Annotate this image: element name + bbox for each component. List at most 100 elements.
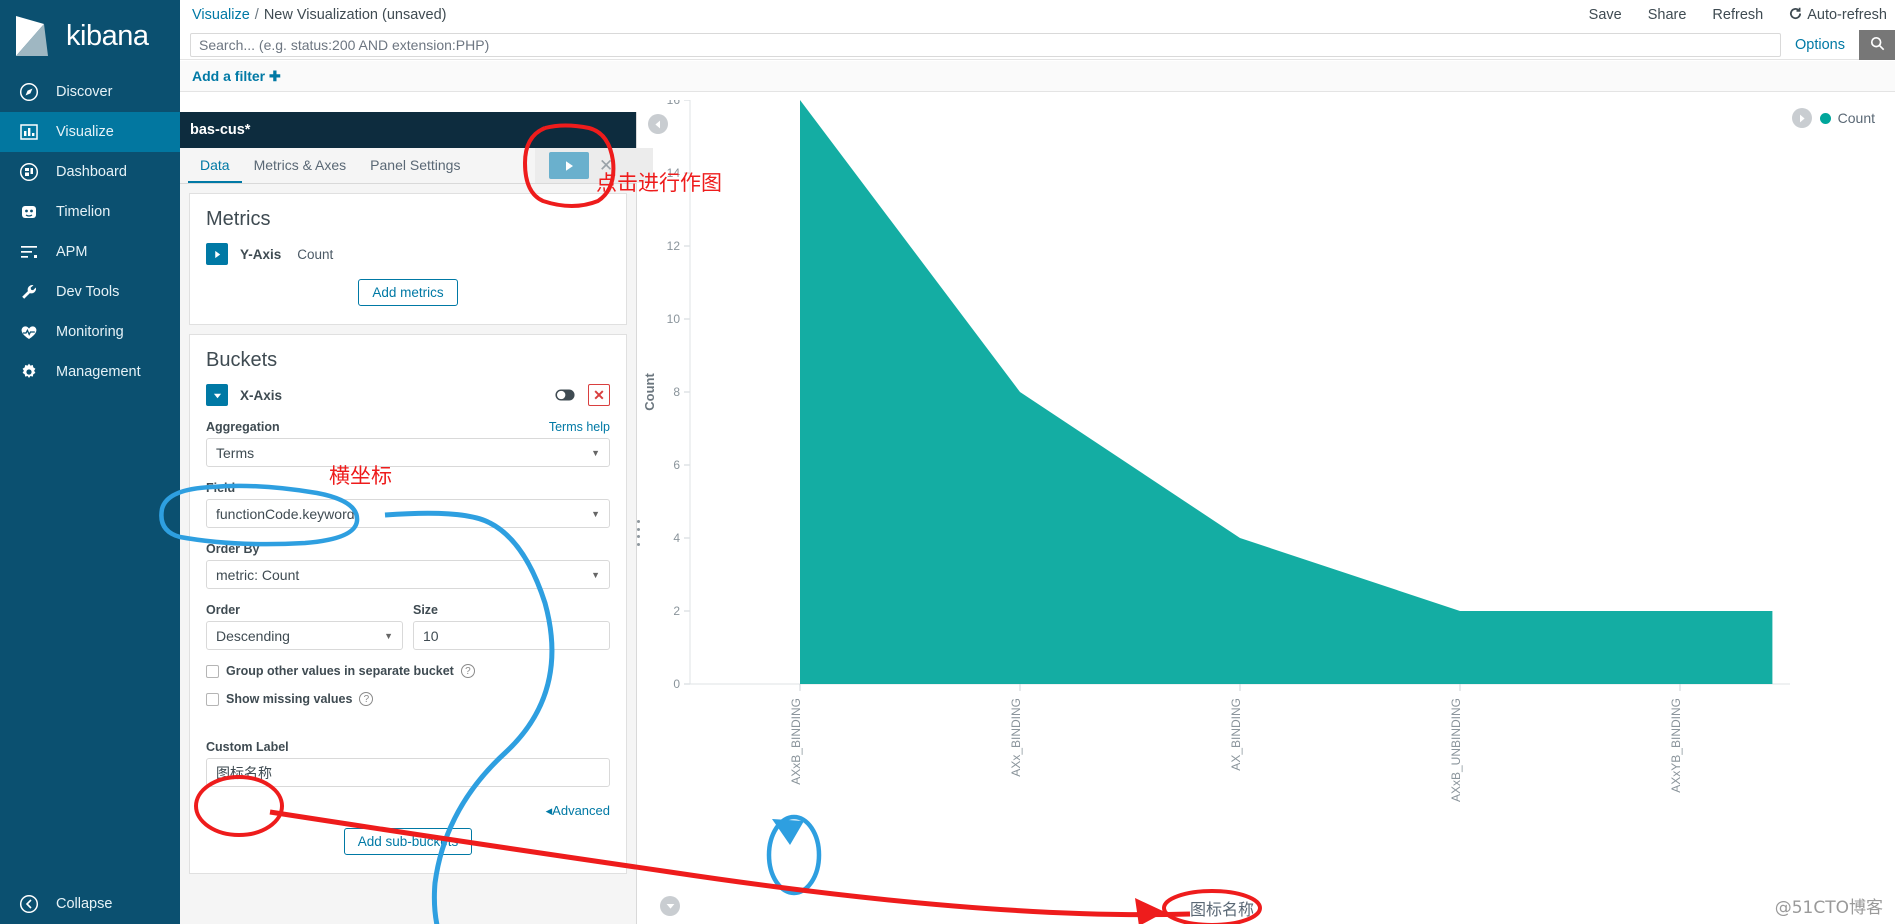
sidebar-item-dev-tools[interactable]: Dev Tools [0,272,180,312]
y-axis-title: Count [642,373,657,411]
query-bar: Options [180,29,1895,60]
sidebar-item-dashboard[interactable]: Dashboard [0,152,180,192]
tab-panel-settings[interactable]: Panel Settings [358,148,472,183]
x-axis-tick-label: AXxB_BINDING [789,698,803,785]
order-label: Order [206,603,241,617]
query-options-link[interactable]: Options [1781,37,1859,53]
play-icon [566,160,573,171]
breadcrumb-current: New Visualization (unsaved) [263,7,447,23]
sidebar-item-timelion[interactable]: Timelion [0,192,180,232]
show-missing-values-label: Show missing values [226,692,353,706]
buckets-title: Buckets [206,349,278,371]
search-submit-button[interactable] [1859,29,1895,60]
search-input[interactable] [190,32,1782,57]
sidebar-item-apm[interactable]: APM [0,232,180,272]
buckets-panel: Buckets X-Axis ✕ Aggregation Terms help … [189,334,627,874]
metric-agg-value: Count [297,246,334,262]
breadcrumb: Visualize / New Visualization (unsaved) [180,7,447,23]
help-icon[interactable]: ? [359,692,374,706]
sidebar-collapse-label: Collapse [56,896,113,912]
expand-metric-icon[interactable] [206,243,228,265]
sidebar-item-management[interactable]: Management [0,352,180,392]
custom-label-label: Custom Label [206,740,289,754]
aggregation-value: Terms [216,444,255,461]
x-axis-tick-label: AX_BINDING [1229,698,1243,771]
metrics-panel: Metrics Y-Axis Count Add metrics [189,193,627,325]
show-missing-values-checkbox[interactable] [206,692,219,706]
auto-refresh-label: Auto-refresh [1807,7,1887,23]
area-series-count[interactable] [800,100,1773,684]
tab-data[interactable]: Data [188,148,242,183]
bar-chart-icon [18,121,40,143]
field-value: functionCode.keyword [216,505,355,522]
chevron-down-icon: ▼ [591,508,600,519]
sidebar-item-monitoring[interactable]: Monitoring [0,312,180,352]
y-axis-tick-label: 0 [673,677,680,691]
help-icon[interactable]: ? [460,664,475,678]
add-sub-buckets-button[interactable]: Add sub-buckets [343,828,473,855]
sidebar-item-label: Management [56,364,141,380]
metric-y-axis-row[interactable]: Y-Axis Count [206,243,610,265]
add-filter-button[interactable]: Add a filter ✚ [192,68,281,85]
kibana-brand-label: kibana [66,19,149,52]
custom-label-input[interactable]: 图标名称 [206,758,610,787]
size-value: 10 [423,627,439,644]
filter-bar: Add a filter ✚ [180,61,1895,92]
tab-metrics-and-axes[interactable]: Metrics & Axes [242,148,359,183]
top-bar: Visualize / New Visualization (unsaved) Sa… [180,0,1895,30]
y-axis-tick-label: 8 [673,385,680,399]
y-axis-tick-label: 14 [667,166,681,180]
search-icon [1870,36,1885,54]
add-metrics-button[interactable]: Add metrics [358,279,458,306]
dashboard-icon [18,161,40,183]
breadcrumb-visualize-link[interactable]: Visualize [192,7,250,23]
order-by-select[interactable]: metric: Count ▼ [206,560,610,589]
toggle-bucket-visibility-button[interactable] [554,384,576,406]
remove-bucket-button[interactable]: ✕ [588,384,610,406]
aggregation-select[interactable]: Terms ▼ [206,438,610,467]
sidebar-item-visualize[interactable]: Visualize [0,112,180,152]
sidebar-collapse-button[interactable]: Collapse [0,884,180,924]
discard-changes-button[interactable]: ✕ [599,156,613,176]
y-axis-tick-label: 12 [667,239,681,253]
share-button[interactable]: Share [1648,7,1687,23]
index-pattern-label: bas-cus* [190,122,251,138]
sidebar-item-label: Discover [56,84,113,100]
x-axis-tick-label: AXxB_UNBINDING [1449,698,1463,802]
show-missing-values-row[interactable]: Show missing values ? [206,692,610,706]
bottom-collapse-button[interactable] [660,896,680,916]
sidebar-item-label: Visualize [56,124,114,140]
y-axis-tick-label: 10 [667,312,681,326]
apply-changes-button[interactable] [549,152,589,179]
order-select[interactable]: Descending ▼ [206,621,403,650]
chevron-down-icon: ▼ [591,447,600,458]
size-input[interactable]: 10 [413,621,610,650]
x-axis-tick-label: AXx_BINDING [1009,698,1023,777]
collapse-icon [18,893,40,915]
editor-resize-handle[interactable] [632,520,644,546]
kibana-brand[interactable]: kibana [0,0,180,72]
group-other-values-checkbox[interactable] [206,664,219,678]
chevron-down-icon: ▼ [591,569,600,580]
refresh-cycle-icon [1789,7,1802,24]
visualization-area: Count 0 2 4 6 8 10 12 14 16 Count AXxB_BINDING AXx_… [638,100,1895,924]
terms-help-link[interactable]: Terms help [549,420,610,434]
gear-icon [18,361,40,383]
advanced-toggle-link[interactable]: ◂Advanced [546,803,610,819]
sidebar-item-discover[interactable]: Discover [0,72,180,112]
collapse-bucket-icon[interactable] [206,384,228,406]
advanced-label: Advanced [552,803,610,818]
breadcrumb-separator: / [254,7,259,23]
metric-axis-label: Y-Axis [240,246,282,262]
y-axis-tick-label: 16 [667,100,681,107]
save-button[interactable]: Save [1589,7,1622,23]
auto-refresh-button[interactable]: Auto-refresh [1789,7,1887,24]
apm-icon [18,241,40,263]
group-other-values-row[interactable]: Group other values in separate bucket ? [206,664,610,678]
order-by-label: Order By [206,542,260,556]
top-bar-actions: Save Share Refresh Auto-refresh [1589,7,1895,24]
sidebar-item-label: Dev Tools [56,284,120,300]
area-chart[interactable]: 0 2 4 6 8 10 12 14 16 Count AXxB_BINDING AXx_BINDIN… [638,100,1895,924]
refresh-button[interactable]: Refresh [1712,7,1763,23]
field-select[interactable]: functionCode.keyword ▼ [206,499,610,528]
